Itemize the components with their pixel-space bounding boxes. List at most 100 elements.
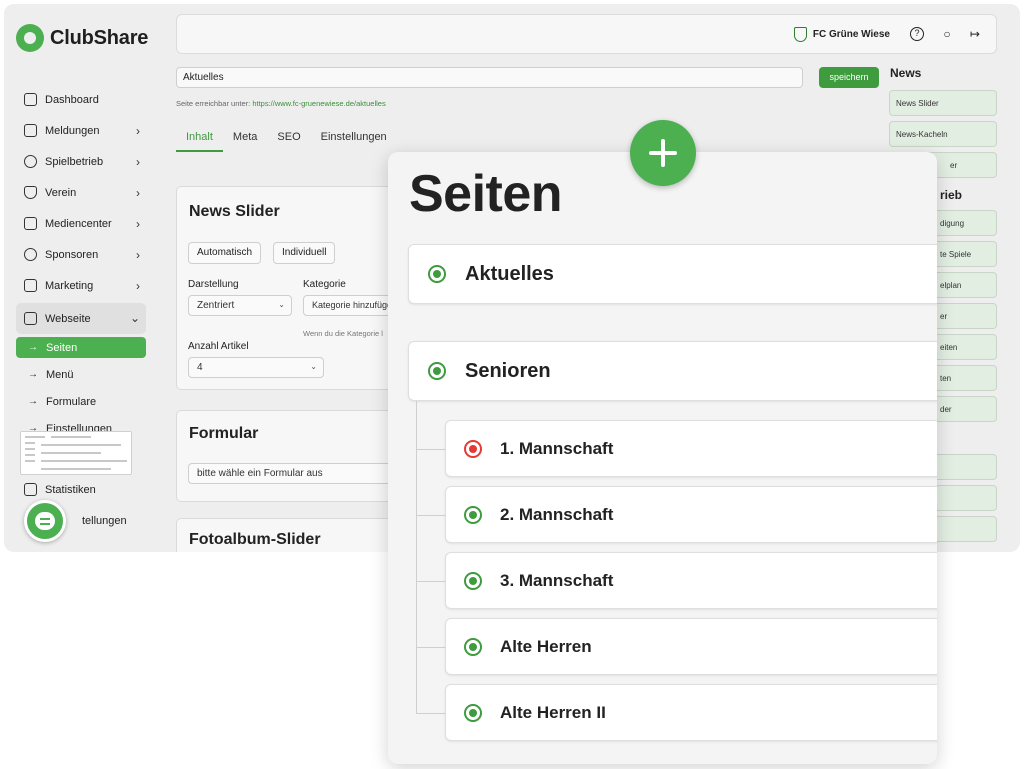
page-row-2-mannschaft[interactable]: 2. Mannschaft: [445, 486, 937, 543]
user-icon[interactable]: ○: [940, 27, 954, 41]
logout-icon[interactable]: ↦: [968, 27, 982, 41]
tab-einstellungen[interactable]: Einstellungen: [311, 131, 397, 152]
formular-card: Formular bitte wähle ein Formular aus: [176, 410, 418, 502]
anzahl-value: 4: [197, 362, 203, 373]
sidebar-subitem-menue[interactable]: → Menü: [16, 361, 146, 388]
sidebar-item-marketing[interactable]: Marketing ›: [16, 270, 146, 301]
chevron-right-icon: ›: [136, 124, 140, 138]
status-active-icon: [464, 571, 482, 590]
tab-inhalt[interactable]: Inhalt: [176, 131, 223, 152]
module-news-kacheln[interactable]: News-Kacheln: [889, 121, 997, 147]
sidebar-item-label: Statistiken: [45, 483, 96, 496]
page-row-alte-herren[interactable]: Alte Herren: [445, 618, 937, 675]
page-label: Senioren: [465, 359, 551, 382]
status-active-icon: [464, 505, 482, 524]
tree-connector: [416, 401, 417, 713]
page-row-senioren[interactable]: Senioren: [408, 341, 937, 401]
sidebar-item-mediencenter[interactable]: Mediencenter ›: [16, 208, 146, 239]
club-name: FC Grüne Wiese: [812, 29, 890, 40]
sidebar-item-label: Meldungen: [45, 124, 100, 137]
sidebar-item-sponsoren[interactable]: Sponsoren ›: [16, 239, 146, 270]
sidebar-item-meldungen[interactable]: Meldungen ›: [16, 115, 146, 146]
individual-button[interactable]: Individuell: [273, 242, 336, 264]
editor-tabs: Inhalt Meta SEO Einstellungen: [176, 131, 397, 152]
news-slider-card: News Slider Automatisch Individuell Dars…: [176, 186, 413, 390]
page-label: Alte Herren: [500, 636, 592, 656]
page-label: 2. Mannschaft: [500, 504, 614, 524]
module-news-slider[interactable]: News Slider: [889, 90, 997, 116]
url-hint: Seite erreichbar unter: https://www.fc-g…: [176, 99, 386, 108]
status-active-icon: [428, 362, 446, 380]
tree-connector: [416, 449, 446, 450]
sidebar-subitem-seiten[interactable]: → Seiten: [16, 337, 146, 358]
chevron-down-icon: ⌄: [129, 311, 140, 325]
top-bar: FC Grüne Wiese ? ○ ↦: [176, 14, 997, 54]
sidebar-item-label: Verein: [45, 186, 77, 199]
darstellung-value: Zentriert: [197, 300, 235, 311]
tree-connector: [416, 515, 446, 516]
sidebar-nav: Dashboard Meldungen › Spielbetrieb › Ver…: [16, 84, 146, 442]
anzahl-label: Anzahl Artikel: [188, 341, 249, 352]
club-switcher[interactable]: FC Grüne Wiese: [793, 27, 890, 42]
sidebar-subitem-formulare[interactable]: → Formulare: [16, 388, 146, 415]
page-row-1-mannschaft[interactable]: 1. Mannschaft: [445, 420, 937, 477]
tab-meta[interactable]: Meta: [223, 131, 267, 152]
sidebar-item-label: Webseite: [45, 312, 91, 325]
card-title: Fotoalbum-Slider: [189, 531, 321, 548]
sidebar-item-spielbetrieb[interactable]: Spielbetrieb ›: [16, 146, 146, 177]
page-row-alte-herren-ii[interactable]: Alte Herren II: [445, 684, 937, 741]
tree-connector: [416, 647, 446, 648]
sidebar-item-label: Spielbetrieb: [45, 155, 104, 168]
fotoalbum-card: Fotoalbum-Slider: [176, 518, 406, 552]
sidebar-item-label: Mediencenter: [45, 217, 112, 230]
status-active-icon: [464, 703, 482, 722]
target-icon: [24, 248, 37, 261]
page-row-aktuelles[interactable]: Aktuelles: [408, 244, 937, 304]
chevron-down-icon: ⌄: [310, 362, 317, 371]
anzahl-select[interactable]: 4 ⌄: [188, 357, 324, 378]
image-icon: [24, 217, 37, 230]
sidebar-item-verein[interactable]: Verein ›: [16, 177, 146, 208]
formular-select-value: bitte wähle ein Formular aus: [197, 468, 323, 479]
page-label: Aktuelles: [465, 262, 554, 285]
card-title: Formular: [189, 425, 259, 442]
panel-title: Seiten: [409, 165, 563, 223]
status-active-icon: [464, 637, 482, 656]
module-sidebar: News News Slider News-Kacheln er rieb di…: [889, 66, 1001, 542]
sidebar-subitem-label: Seiten: [46, 341, 78, 354]
tree-connector: [416, 713, 446, 714]
help-icon[interactable]: ?: [910, 27, 924, 41]
page-url-link[interactable]: https://www.fc-gruenewiese.de/aktuelles: [252, 99, 385, 108]
automatic-button[interactable]: Automatisch: [188, 242, 262, 264]
kategorie-hint: Wenn du die Kategorie l: [303, 329, 383, 338]
brand-name: ClubShare: [50, 26, 149, 49]
save-button[interactable]: speichern: [819, 67, 879, 88]
chevron-right-icon: ›: [136, 248, 140, 262]
logo[interactable]: ClubShare: [16, 24, 148, 52]
tree-connector: [416, 581, 446, 582]
darstellung-select[interactable]: Zentriert ⌄: [188, 295, 292, 316]
sidebar-item-webseite[interactable]: Webseite ⌄: [16, 303, 146, 334]
page-title-input[interactable]: Aktuelles: [176, 67, 803, 88]
chat-icon: [35, 512, 55, 530]
status-inactive-icon: [464, 439, 482, 458]
tab-seo[interactable]: SEO: [267, 131, 310, 152]
page-row-3-mannschaft[interactable]: 3. Mannschaft: [445, 552, 937, 609]
megaphone-icon: [24, 279, 37, 292]
arrow-right-icon: →: [28, 369, 38, 380]
chevron-down-icon: ⌄: [278, 300, 285, 309]
kategorie-label: Kategorie: [303, 279, 346, 290]
sidebar-item-label: Sponsoren: [45, 248, 99, 261]
add-page-button[interactable]: [630, 120, 696, 186]
page-label: Alte Herren II: [500, 702, 606, 722]
formular-select[interactable]: bitte wähle ein Formular aus: [188, 463, 418, 484]
sidebar-item-dashboard[interactable]: Dashboard: [16, 84, 146, 115]
sidebar-item-statistiken[interactable]: Statistiken: [16, 474, 146, 505]
sidebar-item-label: tellungen: [82, 514, 127, 527]
chevron-right-icon: ›: [136, 279, 140, 293]
sidebar-item-label: Dashboard: [45, 93, 99, 106]
chevron-right-icon: ›: [136, 217, 140, 231]
layers-icon: [24, 312, 37, 325]
chat-button[interactable]: [24, 500, 66, 542]
chevron-right-icon: ›: [136, 155, 140, 169]
